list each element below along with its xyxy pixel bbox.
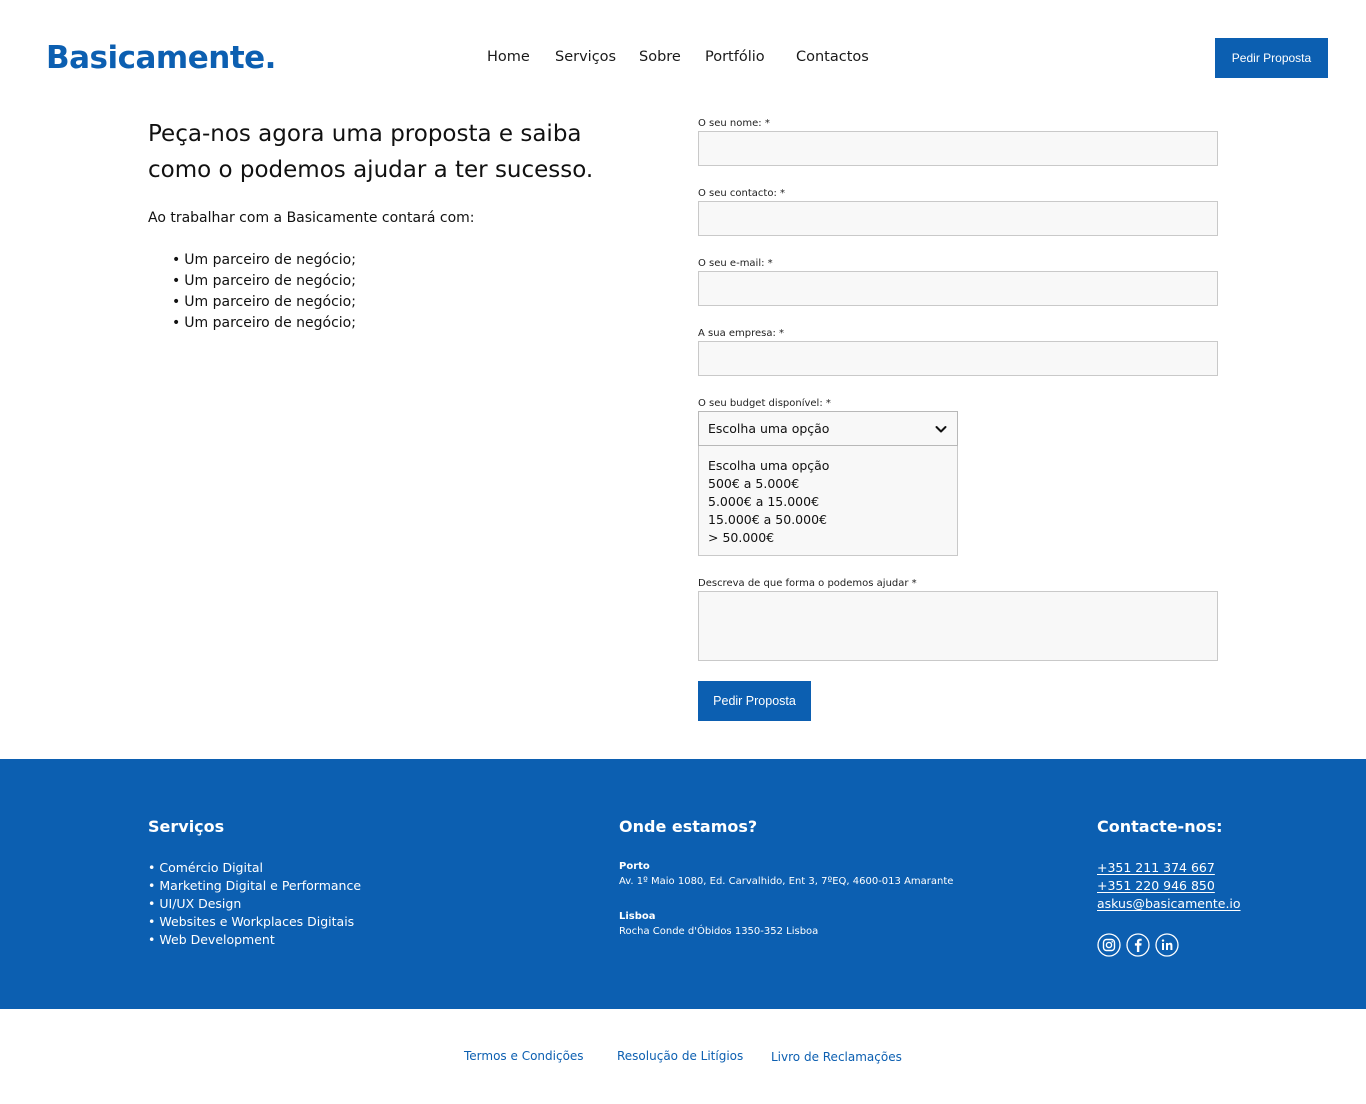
footer-services-heading: Serviços — [148, 817, 225, 836]
footer-service-item[interactable]: Websites e Workplaces Digitais — [148, 913, 361, 931]
instagram-icon[interactable] — [1097, 933, 1121, 957]
description-label: Descreva de que forma o podemos ajudar * — [698, 578, 917, 589]
nav-contacts[interactable]: Contactos — [796, 48, 869, 66]
footer-contact-heading: Contacte-nos: — [1097, 817, 1223, 836]
facebook-icon[interactable] — [1126, 933, 1150, 957]
email-label: O seu e-mail: * — [698, 258, 773, 269]
footer-service-item[interactable]: Comércio Digital — [148, 859, 361, 877]
company-label: A sua empresa: * — [698, 328, 785, 339]
company-field[interactable] — [698, 341, 1218, 376]
phone-link-2[interactable]: +351 220 946 850 — [1097, 878, 1215, 894]
disputes-link[interactable]: Resolução de Litígios — [617, 1049, 743, 1064]
description-field[interactable] — [698, 591, 1218, 661]
benefits-list: Um parceiro de negócio; Um parceiro de n… — [172, 250, 356, 334]
budget-options-list: Escolha uma opção 500€ a 5.000€ 5.000€ a… — [698, 446, 958, 556]
intro-title: Peça-nos agora uma proposta e saiba como… — [148, 121, 594, 183]
footer: Serviços Comércio Digital Marketing Digi… — [0, 759, 1366, 1009]
phone-link-1[interactable]: +351 211 374 667 — [1097, 860, 1215, 876]
complaints-book-link[interactable]: Livro de Reclamações — [771, 1050, 902, 1065]
submit-proposal-button[interactable]: Pedir Proposta — [698, 681, 811, 721]
footer-service-item[interactable]: Marketing Digital e Performance — [148, 877, 361, 895]
header-request-proposal-button[interactable]: Pedir Proposta — [1215, 38, 1328, 78]
budget-option[interactable]: Escolha uma opção — [708, 457, 948, 475]
budget-option[interactable]: 5.000€ a 15.000€ — [708, 493, 948, 511]
location-name-lisboa: Lisboa — [619, 911, 656, 922]
budget-select[interactable]: Escolha uma opção — [698, 411, 958, 446]
benefit-item: Um parceiro de negócio; — [172, 313, 356, 334]
location-name-porto: Porto — [619, 861, 650, 872]
terms-link[interactable]: Termos e Condições — [464, 1049, 584, 1064]
nav-portfolio[interactable]: Portfólio — [705, 48, 765, 66]
linkedin-icon[interactable] — [1155, 933, 1179, 957]
chevron-down-icon — [935, 425, 947, 432]
benefit-item: Um parceiro de negócio; — [172, 250, 356, 271]
footer-services-list: Comércio Digital Marketing Digital e Per… — [148, 859, 361, 949]
budget-option[interactable]: 15.000€ a 50.000€ — [708, 511, 948, 529]
intro-subtitle: Ao trabalhar com a Basicamente contará c… — [148, 210, 475, 226]
logo[interactable]: Basicamente. — [46, 40, 276, 76]
contact-field[interactable] — [698, 201, 1218, 236]
footer-service-item[interactable]: UI/UX Design — [148, 895, 361, 913]
footer-locations-heading: Onde estamos? — [619, 817, 758, 836]
budget-label: O seu budget disponível: * — [698, 398, 831, 409]
location-address-porto: Av. 1º Maio 1080, Ed. Carvalhido, Ent 3,… — [619, 876, 954, 887]
location-address-lisboa: Rocha Conde d'Óbidos 1350-352 Lisboa — [619, 926, 819, 937]
budget-option[interactable]: 500€ a 5.000€ — [708, 475, 948, 493]
benefit-item: Um parceiro de negócio; — [172, 271, 356, 292]
nav-about[interactable]: Sobre — [639, 48, 681, 66]
nav-home[interactable]: Home — [487, 48, 530, 66]
email-link[interactable]: askus@basicamente.io — [1097, 896, 1241, 912]
footer-service-item[interactable]: Web Development — [148, 931, 361, 949]
nav-services[interactable]: Serviços — [555, 48, 616, 66]
budget-option[interactable]: > 50.000€ — [708, 529, 948, 547]
name-field[interactable] — [698, 131, 1218, 166]
name-label: O seu nome: * — [698, 118, 770, 129]
benefit-item: Um parceiro de negócio; — [172, 292, 356, 313]
budget-selected-value: Escolha uma opção — [708, 421, 830, 436]
email-field[interactable] — [698, 271, 1218, 306]
contact-label: O seu contacto: * — [698, 188, 786, 199]
